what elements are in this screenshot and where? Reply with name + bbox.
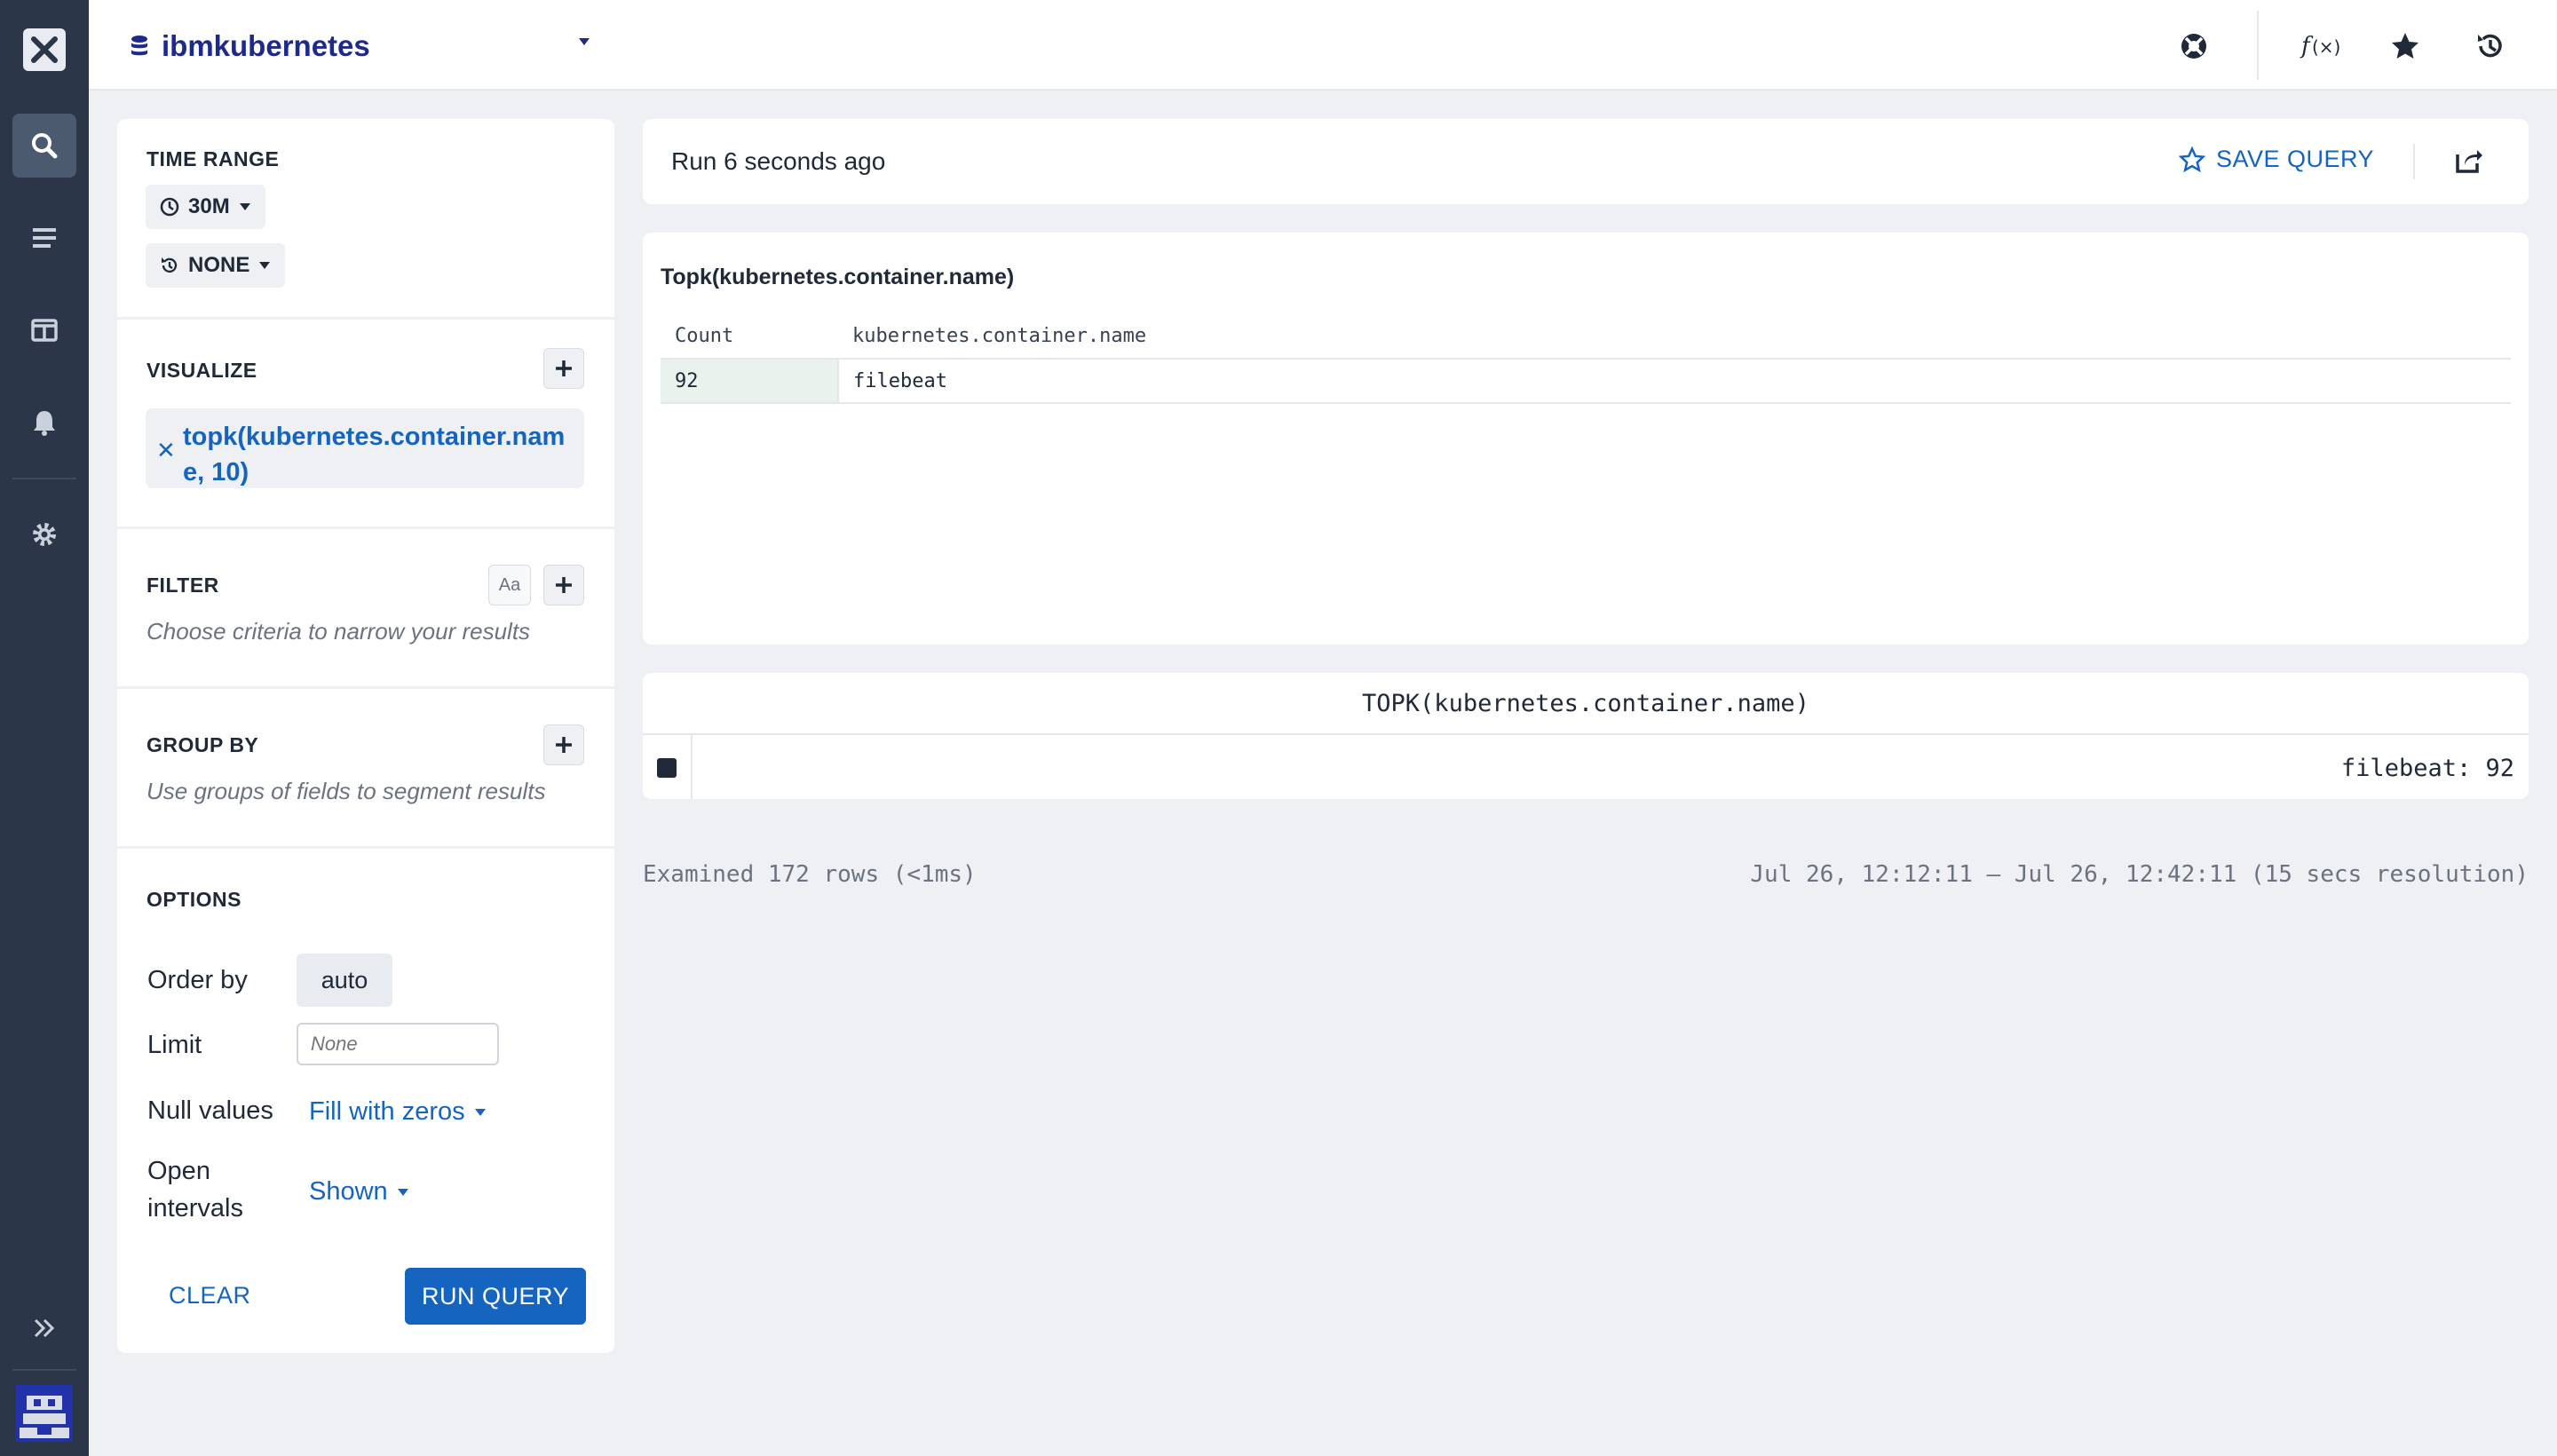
- compare-value: NONE: [188, 253, 250, 277]
- save-query-button[interactable]: SAVE QUERY: [2179, 146, 2374, 173]
- time-range-value: 30M: [188, 194, 230, 218]
- results-table: Count kubernetes.container.name 92 fileb…: [661, 314, 2511, 404]
- options-title: OPTIONS: [146, 888, 242, 911]
- visualization-item[interactable]: ✕ topk(kubernetes.container.name, 10): [146, 408, 584, 488]
- expand-nav-button[interactable]: [12, 1296, 76, 1360]
- time-range-select[interactable]: 30M: [146, 185, 265, 229]
- search-icon: [32, 133, 58, 159]
- time-range-info: Jul 26, 12:12:11 – Jul 26, 12:42:11 (15 …: [1750, 861, 2529, 888]
- database-icon: [131, 36, 147, 56]
- limit-input[interactable]: [297, 1023, 499, 1065]
- clear-button[interactable]: CLEAR: [169, 1282, 251, 1310]
- caret-down-icon: [259, 262, 271, 269]
- add-visualization-button[interactable]: [543, 348, 584, 389]
- dataset-selector[interactable]: ibmkubernetes: [130, 27, 370, 66]
- table-cell: 92: [661, 359, 839, 404]
- legend-swatch-column: [643, 735, 693, 799]
- column-header[interactable]: Count: [661, 314, 838, 360]
- order-by-label: Order by: [147, 966, 248, 994]
- open-intervals-value: Shown: [309, 1177, 388, 1206]
- null-values-value: Fill with zeros: [309, 1097, 465, 1126]
- caret-down-icon[interactable]: [577, 36, 591, 51]
- caret-down-icon: [239, 203, 250, 210]
- table-row[interactable]: 92 filebeat: [661, 359, 2511, 404]
- run-query-button[interactable]: RUN QUERY: [405, 1268, 586, 1325]
- case-sensitivity-toggle[interactable]: Aa: [488, 565, 531, 605]
- function-icon[interactable]: f (×): [2298, 24, 2342, 68]
- bell-icon: [34, 411, 55, 436]
- gear-icon: [33, 523, 56, 546]
- star-outline-icon: [2179, 146, 2205, 172]
- nav-datasets-button[interactable]: [12, 206, 76, 270]
- nav-monitors-button[interactable]: [12, 391, 76, 455]
- help-icon[interactable]: [2172, 24, 2216, 68]
- results-table-card: Topk(kubernetes.container.name) Count ku…: [643, 233, 2529, 645]
- filter-title: FILTER: [146, 574, 219, 597]
- examined-rows-text: Examined 172 rows (<1ms): [643, 861, 977, 888]
- time-range-section: TIME RANGE 30M NONE: [117, 119, 614, 320]
- legend-value: filebeat: 92: [2340, 755, 2514, 782]
- save-query-label: SAVE QUERY: [2216, 146, 2375, 172]
- caret-down-icon: [474, 1108, 486, 1116]
- share-icon[interactable]: [2454, 146, 2484, 180]
- user-avatar[interactable]: [16, 1385, 73, 1442]
- visualize-title: VISUALIZE: [146, 359, 257, 382]
- order-by-select[interactable]: auto: [297, 954, 392, 1007]
- caret-down-icon: [397, 1188, 408, 1196]
- top-bar: ibmkubernetes f (×): [89, 0, 2557, 91]
- open-intervals-label-1: Open: [147, 1157, 210, 1185]
- open-intervals-label-2: intervals: [147, 1194, 243, 1223]
- chart-card: TOPK(kubernetes.container.name) filebeat…: [643, 673, 2529, 799]
- plus-icon: [556, 360, 572, 376]
- column-header[interactable]: kubernetes.container.name: [838, 314, 2511, 360]
- options-section: OPTIONS Order by auto Limit Null values …: [117, 849, 614, 1230]
- table-cell: filebeat: [838, 359, 2511, 404]
- remove-visualization-icon[interactable]: ✕: [156, 437, 176, 464]
- visualization-expression[interactable]: topk(kubernetes.container.name, 10): [183, 419, 574, 490]
- nav-query-button[interactable]: [12, 114, 76, 178]
- dataset-name: ibmkubernetes: [162, 29, 370, 62]
- group-by-section: GROUP BY Use groups of fields to segment…: [117, 689, 614, 849]
- query-builder-panel: TIME RANGE 30M NONE VISUALIZE ✕ topk(kub…: [117, 119, 614, 1353]
- group-by-title: GROUP BY: [146, 733, 259, 756]
- results-table-title: Topk(kubernetes.container.name): [661, 265, 1015, 289]
- nav-dashboards-button[interactable]: [12, 298, 76, 362]
- limit-label: Limit: [147, 1031, 202, 1059]
- legend-swatch[interactable]: [657, 758, 677, 778]
- app-logo[interactable]: [23, 28, 66, 71]
- filter-section: FILTER Aa Choose criteria to narrow your…: [117, 529, 614, 689]
- run-status: Run 6 seconds ago: [671, 147, 886, 175]
- left-nav: [0, 0, 89, 1456]
- null-values-select[interactable]: Fill with zeros: [309, 1097, 487, 1127]
- add-group-by-button[interactable]: [543, 724, 584, 765]
- table-header-row: Count kubernetes.container.name: [661, 314, 2511, 360]
- visualize-section: VISUALIZE ✕ topk(kubernetes.container.na…: [117, 320, 614, 529]
- datasets-icon: [33, 228, 56, 248]
- chart-title: TOPK(kubernetes.container.name): [643, 673, 2529, 735]
- plus-icon: [556, 737, 572, 753]
- open-intervals-select[interactable]: Shown: [309, 1177, 409, 1207]
- history-icon: [162, 257, 178, 273]
- null-values-label: Null values: [147, 1096, 273, 1125]
- star-icon[interactable]: [2383, 24, 2427, 68]
- clock-icon: [160, 197, 179, 217]
- time-range-title: TIME RANGE: [146, 147, 280, 170]
- top-separator: [2257, 11, 2259, 80]
- run-header: Run 6 seconds ago SAVE QUERY: [643, 119, 2529, 204]
- plus-icon: [556, 577, 572, 593]
- dashboards-icon: [31, 319, 58, 342]
- add-filter-button[interactable]: [543, 565, 584, 605]
- group-by-hint: Use groups of fields to segment results: [146, 778, 546, 804]
- history-icon[interactable]: [2468, 24, 2513, 68]
- nav-settings-button[interactable]: [12, 502, 76, 566]
- filter-hint: Choose criteria to narrow your results: [146, 618, 531, 645]
- compare-select[interactable]: NONE: [146, 243, 286, 288]
- svg-text:(×): (×): [2312, 36, 2340, 58]
- double-chevron-right-icon: [34, 1318, 55, 1338]
- header-separator: [2413, 144, 2415, 179]
